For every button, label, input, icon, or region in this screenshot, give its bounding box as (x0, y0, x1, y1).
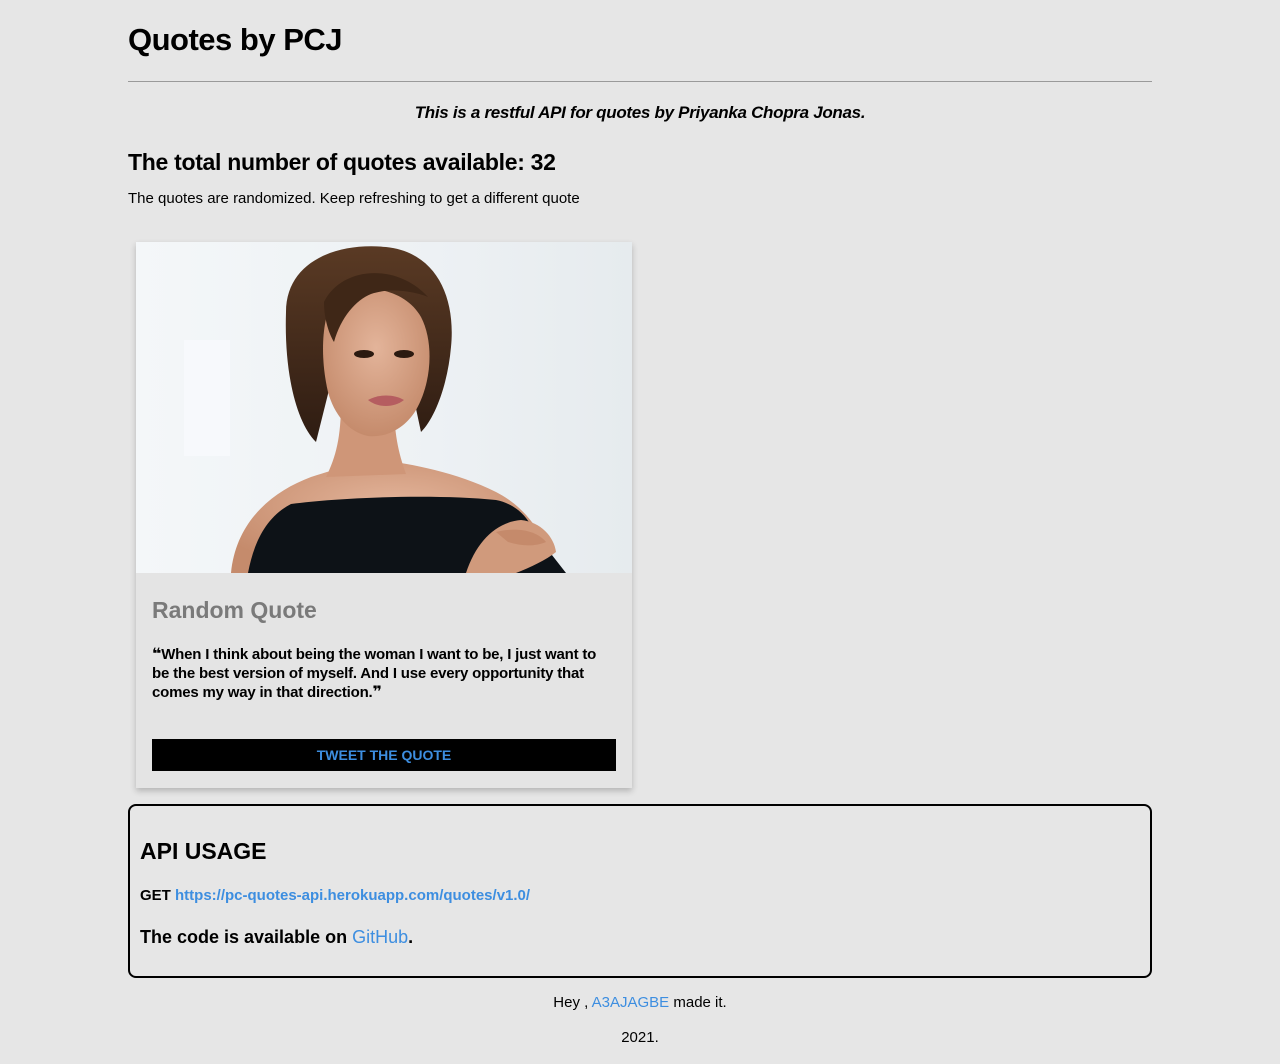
http-method: GET (140, 887, 171, 904)
card-body: Random Quote ❝When I think about being t… (136, 573, 632, 771)
api-usage-title: API USAGE (140, 838, 267, 864)
api-usage-content: API USAGE GET https://pc-quotes-api.hero… (130, 806, 1150, 948)
close-quote-icon: ❞ (372, 684, 382, 701)
footer-suffix: made it. (669, 994, 727, 1011)
random-quote: ❝When I think about being the woman I wa… (152, 645, 616, 702)
site-title: Quotes by PCJ (128, 22, 343, 57)
api-endpoint-link[interactable]: https://pc-quotes-api.herokuapp.com/quot… (175, 887, 530, 904)
author-link[interactable]: A3AJAGBE (592, 994, 670, 1011)
quote-count-value: 32 (530, 149, 556, 175)
quote-card: Random Quote ❝When I think about being t… (136, 242, 632, 788)
source-code-note: The code is available on GitHub. (140, 926, 1140, 948)
page-container: Quotes by PCJ This is a restful API for … (128, 0, 1152, 1046)
footer-credit: Hey , A3AJAGBE made it. (128, 993, 1152, 1013)
github-link[interactable]: GitHub (352, 927, 408, 947)
open-quote-icon: ❝ (152, 646, 162, 663)
footer-prefix: Hey , (553, 994, 592, 1011)
quote-count-label: The total number of quotes available: (128, 149, 531, 175)
card-title: Random Quote (152, 597, 317, 623)
api-tagline: This is a restful API for quotes by Priy… (414, 103, 866, 122)
footer-year: 2021. (621, 1029, 659, 1046)
header-divider (128, 81, 1152, 82)
portrait-illustration (136, 242, 632, 573)
randomized-note: The quotes are randomized. Keep refreshi… (128, 190, 580, 207)
api-endpoint: GET https://pc-quotes-api.herokuapp.com/… (140, 886, 1140, 906)
api-usage-box: API USAGE GET https://pc-quotes-api.hero… (128, 804, 1152, 978)
code-note-prefix: The code is available on (140, 927, 353, 947)
quote-count-heading: The total number of quotes available: 32 (128, 147, 1152, 177)
code-note-suffix: . (408, 927, 414, 947)
priyanka-photo (136, 242, 632, 573)
tweet-quote-button[interactable]: Tweet the quote (152, 739, 616, 771)
